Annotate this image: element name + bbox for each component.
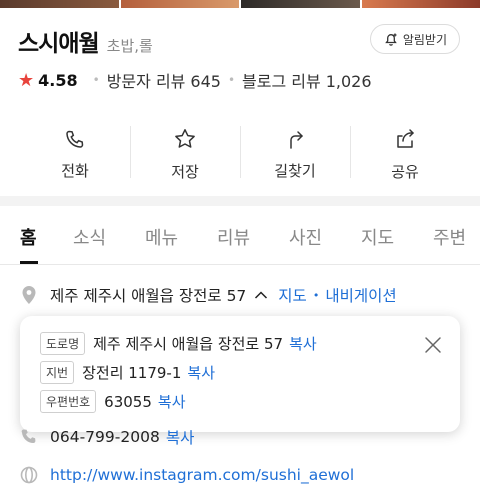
tab-nearby[interactable]: 주변 bbox=[433, 224, 466, 250]
blog-review-link[interactable]: 블로그 리뷰 1,026 bbox=[242, 68, 372, 92]
tab-bar-border bbox=[0, 264, 480, 265]
place-name: 스시애월 bbox=[18, 24, 99, 58]
navigation-link[interactable]: 내비게이션 bbox=[325, 284, 396, 306]
phone-number[interactable]: 064-799-2008 bbox=[50, 428, 160, 446]
visitor-review-count: 645 bbox=[190, 72, 221, 91]
call-label: 전화 bbox=[61, 160, 89, 181]
location-pin-icon bbox=[20, 285, 38, 305]
tab-map[interactable]: 지도 bbox=[361, 224, 394, 250]
globe-icon bbox=[20, 466, 38, 484]
separator-dot: • bbox=[228, 73, 235, 87]
address-row: 제주 제주시 애월읍 장전로 57 지도 • 내비게이션 bbox=[20, 284, 397, 306]
separator-dot: • bbox=[93, 73, 100, 87]
close-icon[interactable] bbox=[424, 336, 442, 354]
photo-thumbnail[interactable] bbox=[121, 0, 240, 8]
call-button[interactable]: 전화 bbox=[20, 118, 130, 190]
photo-thumbnail[interactable] bbox=[362, 0, 480, 8]
rating-score: 4.58 bbox=[38, 71, 77, 90]
photo-thumbnail[interactable] bbox=[241, 0, 360, 8]
tab-bar: 홈 소식 메뉴 리뷰 사진 지도 주변 bbox=[0, 206, 480, 264]
tab-home[interactable]: 홈 bbox=[20, 224, 37, 250]
lot-address-value: 장전리 1179-1 bbox=[82, 362, 181, 383]
tab-news[interactable]: 소식 bbox=[73, 224, 106, 250]
tab-reviews[interactable]: 리뷰 bbox=[217, 224, 250, 250]
postal-code-badge: 우편번호 bbox=[40, 390, 96, 413]
photo-thumbnail[interactable] bbox=[0, 0, 119, 8]
copy-postal-code-button[interactable]: 복사 bbox=[158, 391, 186, 412]
section-divider bbox=[0, 196, 480, 206]
phone-icon bbox=[64, 128, 86, 150]
postal-code-value: 63055 bbox=[104, 393, 152, 411]
map-link[interactable]: 지도 bbox=[278, 284, 307, 306]
road-address-row: 도로명 제주 제주시 애월읍 장전로 57 복사 bbox=[40, 332, 317, 355]
lot-address-row: 지번 장전리 1179-1 복사 bbox=[40, 361, 215, 384]
action-bar: 전화 저장 길찾기 공유 bbox=[20, 118, 460, 190]
alarm-button[interactable]: 알림받기 bbox=[370, 24, 460, 54]
save-button[interactable]: 저장 bbox=[130, 118, 240, 190]
copy-phone-button[interactable]: 복사 bbox=[166, 426, 195, 448]
share-button[interactable]: 공유 bbox=[350, 118, 460, 190]
chevron-up-icon[interactable] bbox=[254, 290, 268, 300]
place-category: 초밥,롤 bbox=[107, 35, 153, 56]
road-address-badge: 도로명 bbox=[40, 332, 85, 355]
blog-review-label: 블로그 리뷰 bbox=[242, 72, 321, 91]
lot-address-badge: 지번 bbox=[40, 361, 74, 384]
bell-plus-icon bbox=[383, 31, 399, 47]
share-icon bbox=[393, 127, 417, 151]
star-outline-icon bbox=[173, 127, 197, 151]
star-filled-icon: ★ bbox=[18, 70, 34, 91]
directions-button[interactable]: 길찾기 bbox=[240, 118, 350, 190]
separator-dot: • bbox=[313, 289, 320, 302]
road-address-value: 제주 제주시 애월읍 장전로 57 bbox=[93, 333, 283, 354]
postal-code-row: 우편번호 63055 복사 bbox=[40, 390, 186, 413]
visitor-review-link[interactable]: 방문자 리뷰645 bbox=[107, 68, 221, 92]
website-row: http://www.instagram.com/sushi_aewol bbox=[20, 466, 354, 484]
website-link[interactable]: http://www.instagram.com/sushi_aewol bbox=[50, 466, 354, 484]
blog-review-count: 1,026 bbox=[326, 72, 372, 91]
directions-icon bbox=[284, 128, 306, 150]
tab-menu[interactable]: 메뉴 bbox=[145, 224, 178, 250]
copy-lot-address-button[interactable]: 복사 bbox=[187, 362, 215, 383]
photo-strip[interactable] bbox=[0, 0, 480, 8]
title-row: 스시애월 초밥,롤 bbox=[18, 24, 153, 58]
rating-row: ★ 4.58 • 방문자 리뷰645 • 블로그 리뷰 1,026 bbox=[18, 68, 372, 92]
tab-photos[interactable]: 사진 bbox=[289, 224, 322, 250]
share-label: 공유 bbox=[391, 161, 419, 182]
phone-icon bbox=[20, 428, 38, 446]
alarm-button-label: 알림받기 bbox=[403, 31, 447, 48]
visitor-review-label: 방문자 리뷰 bbox=[107, 72, 186, 91]
directions-label: 길찾기 bbox=[274, 160, 315, 181]
address-text: 제주 제주시 애월읍 장전로 57 bbox=[50, 284, 246, 306]
copy-road-address-button[interactable]: 복사 bbox=[289, 333, 317, 354]
phone-row: 064-799-2008 복사 bbox=[20, 426, 194, 448]
address-detail-popup: 도로명 제주 제주시 애월읍 장전로 57 복사 지번 장전리 1179-1 복… bbox=[20, 316, 460, 432]
save-label: 저장 bbox=[171, 161, 199, 182]
